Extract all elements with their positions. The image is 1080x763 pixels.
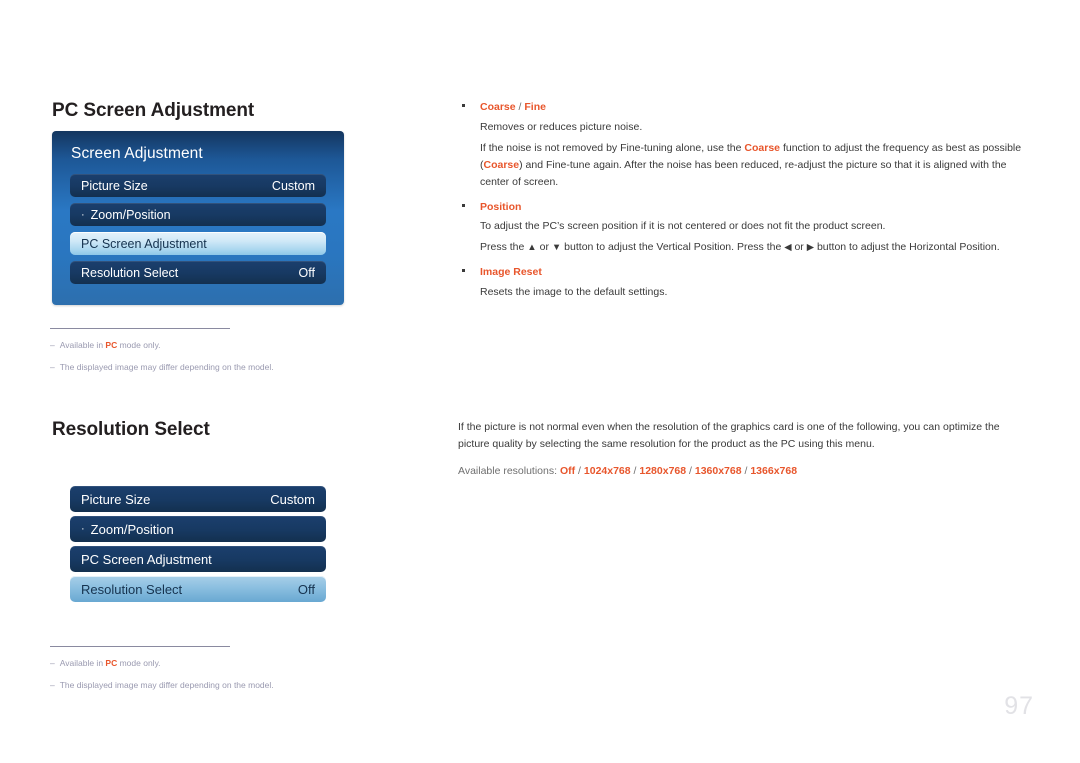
footnote-block-top: – Available in PC mode only. – The displaye… [50,328,274,383]
body-line: Removes or reduces picture noise. [480,120,643,133]
footnote-block-bottom: – Available in PC mode only. – The displaye… [50,646,274,701]
osd-menu-row-list: Picture Size Custom · Zoom/Position PC Scree… [70,486,326,606]
available-resolutions-label: Available resolutions: [458,465,560,477]
text-run-highlight: Coarse [744,141,781,154]
bullet-item-image-reset: Image Reset Resets the image to the defa… [458,265,1034,301]
osd-menu-item-label: Resolution Select [81,581,183,597]
resolution-separator: / [686,465,695,477]
osd-menu-item-picture-size[interactable]: Picture Size Custom [70,486,326,512]
body-line: To adjust the PC’s screen position if it… [480,220,886,233]
footnote-item: – Available in PC mode only. [50,658,161,668]
osd-menu-item-picture-size[interactable]: Picture Size Custom [70,174,326,197]
text-run: function to adjust the frequency as best… [780,141,1022,154]
footnote-item: – Available in PC mode only. [50,340,161,350]
osd-menu-title: Screen Adjustment [71,145,203,162]
footnote-list: – Available in PC mode only. – The displaye… [50,339,274,374]
text-run: Press the [480,241,528,254]
osd-menu-screen-adjustment: Screen Adjustment Picture Size Custom · Zoo… [52,131,344,305]
osd-menu-item-value: Custom [271,178,315,193]
resolution-value: 1024x768 [583,465,631,477]
text-run: If the noise is not removed by Fine-tuni… [480,141,745,154]
resolution-description: If the picture is not normal even when t… [458,421,1000,450]
osd-menu-item-value: Off [297,581,315,597]
arrow-down-icon: ▼ [551,242,562,254]
resolution-separator: / [575,465,584,477]
osd-menu-item-value: Custom [270,491,315,507]
footnote-item: – The displayed image may differ dependin… [50,361,274,372]
arrow-up-icon: ▲ [527,242,537,254]
resolution-value: 1360x768 [694,465,742,477]
osd-menu-item-label: Resolution Select [81,265,179,280]
footnote-dash-icon: – [50,658,55,668]
footnote-divider [50,328,230,329]
osd-menu-item-resolution-select[interactable]: Resolution Select Off [70,576,326,602]
osd-menu-item-label: Picture Size [81,178,148,193]
text-run: ) and Fine-tune again. After the noise h… [480,158,1007,188]
bullet-item-coarse-fine: Coarse / Fine Removes or reduces picture… [458,100,1034,191]
bullet-title: Image Reset [480,266,542,279]
osd-menu-item-pc-screen-adjustment[interactable]: PC Screen Adjustment [70,546,326,572]
osd-menu-item-label: Picture Size [81,491,151,507]
osd-menu-item-zoom-position[interactable]: · Zoom/Position [70,516,326,542]
description-column-bottom: If the picture is not normal even when t… [458,419,1034,480]
bullet-square-icon [462,203,465,207]
page-number: 97 [1004,692,1034,720]
page-title-pc-screen-adjustment: PC Screen Adjustment [52,100,255,121]
osd-menu-item-zoom-position[interactable]: · Zoom/Position [70,203,326,226]
osd-menu-item-label: PC Screen Adjustment [81,236,207,251]
text-run-highlight: Coarse [483,158,520,171]
osd-menu-item-value: Off [298,265,315,280]
submenu-dot-icon: · [81,523,85,535]
description-column-top: Coarse / Fine Removes or reduces picture… [458,100,1034,310]
osd-menu-item-label: PC Screen Adjustment [81,551,212,567]
bullet-title: Coarse / Fine [480,100,1034,115]
bullet-item-position: Position To adjust the PC’s screen posit… [458,200,1034,257]
body-line-with-arrows: Press the ▲ or ▼ button to adjust the Ve… [480,239,1034,256]
footnote-divider [50,646,230,647]
footnote-highlight: PC [105,658,118,668]
text-run: button to adjust the Horizontal Position… [814,241,1000,254]
arrow-right-icon: ▶ [806,242,815,254]
bullet-title: Position [480,200,522,213]
text-run: or [791,241,807,254]
bullet-title-coarse: Coarse [480,101,516,113]
footnote-dash-icon: – [50,679,55,690]
osd-menu-item-label: Zoom/Position [90,207,171,222]
footnote-item: – The displayed image may differ dependin… [50,679,274,690]
text-run: or [536,241,552,254]
footnote-list: – Available in PC mode only. – The displaye… [50,657,274,692]
available-resolutions-values: Off / 1024x768 / 1280x768 / 1360x768 / 1… [560,465,797,477]
osd-menu-resolution-select: Picture Size Custom · Zoom/Position PC Scree… [52,486,344,610]
arrow-left-icon: ◀ [784,242,792,254]
submenu-dot-icon: · [81,208,85,221]
page-title-resolution-select: Resolution Select [52,419,210,440]
body-line: Resets the image to the default settings… [480,286,668,299]
bullet-square-icon [462,104,465,107]
bullet-title-fine: Fine [524,101,546,113]
body-paragraph: If the noise is not removed by Fine-tuni… [480,140,1034,191]
footnote-dash-icon: – [50,361,55,372]
resolution-value: 1366x768 [750,465,798,477]
osd-menu-item-resolution-select[interactable]: Resolution Select Off [70,261,326,284]
footnote-highlight: PC [105,340,118,350]
text-run: button to adjust the Vertical Position. … [561,241,785,254]
osd-menu-item-label: Zoom/Position [90,521,174,537]
footnote-dash-icon: – [50,340,55,350]
osd-menu-item-pc-screen-adjustment[interactable]: PC Screen Adjustment [70,232,326,255]
resolution-value: Off [559,465,576,477]
manual-page: PC Screen Adjustment Resolution Select S… [0,0,1080,763]
resolution-value: 1280x768 [639,465,687,477]
bullet-square-icon [462,269,465,273]
available-resolutions-line: Available resolutions: Off / 1024x768 / … [458,463,1034,480]
osd-menu-row-list: Picture Size Custom · Zoom/Position PC Scree… [70,174,326,290]
